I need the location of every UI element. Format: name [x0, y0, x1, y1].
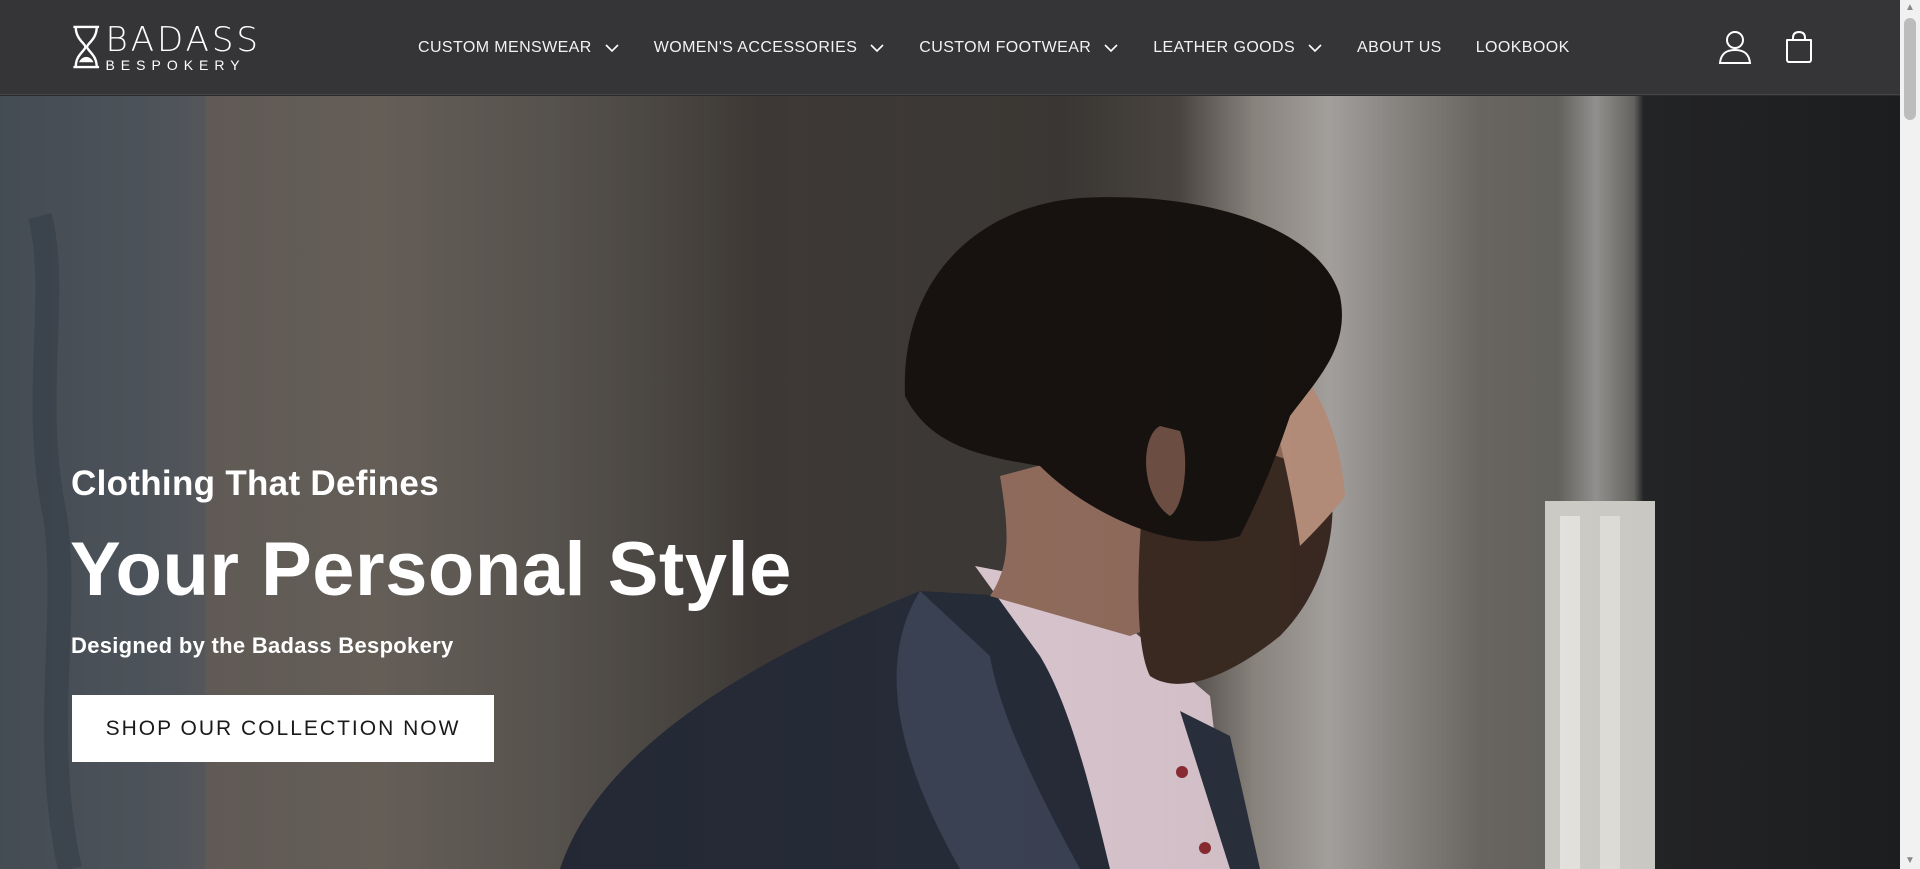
scroll-down-arrow-icon[interactable]: ▼ — [1905, 856, 1915, 866]
page-scrollbar[interactable]: ▲ ▼ — [1900, 0, 1920, 869]
chevron-down-icon — [1104, 43, 1118, 52]
hero-banner: Clothing That Defines Your Personal Styl… — [0, 96, 1900, 869]
nav-item-label: ABOUT US — [1357, 38, 1442, 56]
cart-icon — [1786, 30, 1812, 63]
nav-item-label: LOOKBOOK — [1475, 38, 1570, 56]
shop-collection-button[interactable]: SHOP OUR COLLECTION NOW — [72, 695, 494, 762]
nav-item-leather-goods[interactable]: LEATHER GOODS — [1153, 39, 1323, 57]
nav-item-womens-accessories[interactable]: WOMEN'S ACCESSORIES — [654, 39, 886, 57]
chevron-down-icon — [1308, 43, 1322, 52]
nav-item-label: CUSTOM MENSWEAR — [418, 38, 592, 56]
brand-tagline: BESPOKERY — [105, 56, 246, 73]
nav-item-label: WOMEN'S ACCESSORIES — [653, 38, 858, 56]
hero-heading: Your Personal Style — [70, 527, 792, 612]
account-button[interactable] — [1718, 29, 1752, 65]
nav-item-label: LEATHER GOODS — [1153, 38, 1296, 56]
nav-item-label: CUSTOM FOOTWEAR — [919, 38, 1092, 56]
main-nav: CUSTOM MENSWEAR WOMEN'S ACCESSORIES CUST… — [418, 0, 1604, 95]
brand-name: BADASS — [105, 19, 261, 60]
account-icon — [1718, 31, 1752, 64]
nav-item-custom-menswear[interactable]: CUSTOM MENSWEAR — [418, 39, 620, 57]
chevron-down-icon — [870, 43, 884, 52]
scrollbar-thumb[interactable] — [1904, 18, 1916, 120]
nav-item-lookbook[interactable]: LOOKBOOK — [1476, 39, 1570, 57]
scroll-up-arrow-icon[interactable]: ▲ — [1905, 3, 1915, 13]
nav-item-custom-footwear[interactable]: CUSTOM FOOTWEAR — [919, 39, 1119, 57]
hourglass-logo-icon — [73, 25, 100, 69]
chevron-down-icon — [605, 43, 619, 52]
site-header: BADASS BESPOKERY CUSTOM MENSWEAR WOMEN'S… — [0, 0, 1900, 95]
nav-item-about-us[interactable]: ABOUT US — [1357, 39, 1442, 57]
brand-wordmark: BADASS BESPOKERY — [105, 23, 261, 72]
hero-tagline: Designed by the Badass Bespokery — [71, 633, 454, 658]
cart-button[interactable] — [1784, 30, 1814, 64]
brand-logo[interactable]: BADASS BESPOKERY — [71, 18, 261, 76]
hero-subheading: Clothing That Defines — [71, 464, 439, 503]
